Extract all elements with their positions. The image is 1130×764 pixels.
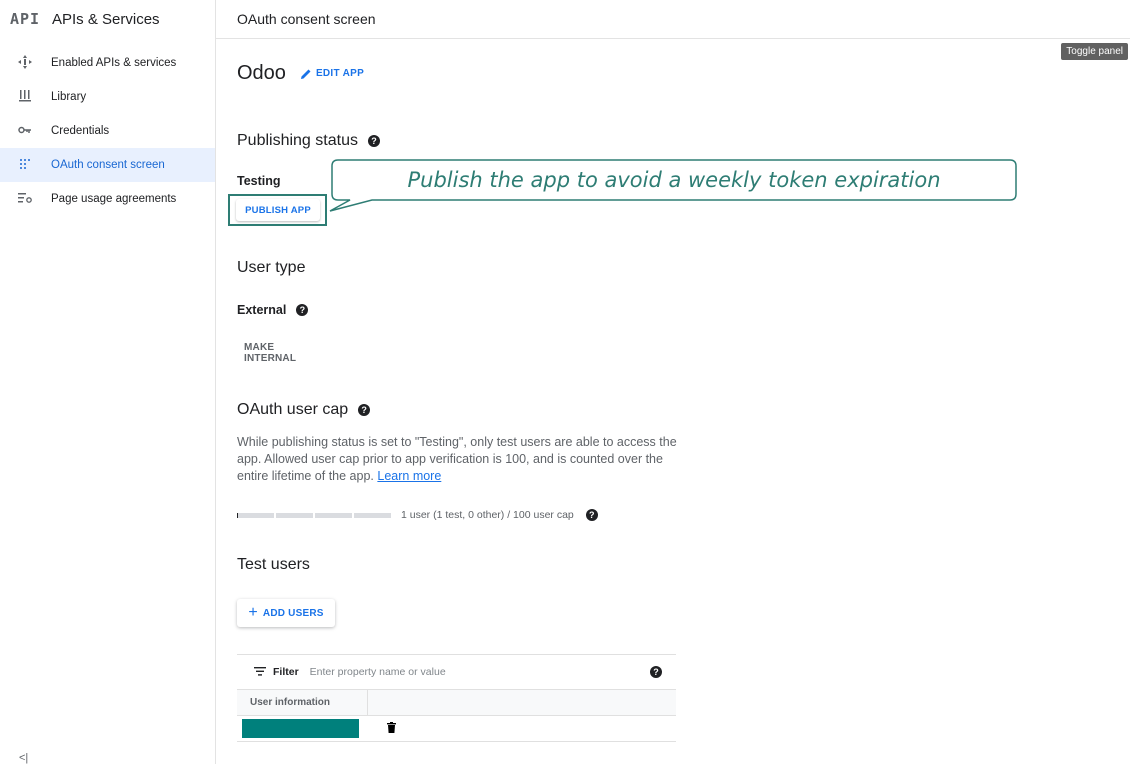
user-type-value-row: External ? [237,303,309,317]
sidebar-item-page-usage[interactable]: Page usage agreements [0,182,215,216]
edit-app-button[interactable]: EDIT APP [300,68,364,80]
help-icon[interactable]: ? [650,666,662,678]
sidebar-item-label: Enabled APIs & services [51,57,177,69]
app-name: Odoo [237,62,286,84]
sidebar-item-label: Page usage agreements [51,193,177,205]
user-cap-usage-text: 1 user (1 test, 0 other) / 100 user cap [401,509,574,521]
column-header-user-information[interactable]: User information [237,690,368,715]
add-users-button[interactable]: + ADD USERS [237,599,335,627]
publishing-status-heading: Publishing status ? [237,132,380,150]
user-cap-usage: 1 user (1 test, 0 other) / 100 user cap … [237,509,598,521]
brand: API APIs & Services [0,0,215,38]
sidebar-item-enabled-apis[interactable]: Enabled APIs & services [0,46,215,80]
user-type-heading: User type [237,259,305,277]
user-cap-title: OAuth user cap [237,401,349,418]
filter-input[interactable] [309,666,610,678]
test-users-table: Filter ? User information [237,654,676,742]
sidebar-item-label: OAuth consent screen [51,159,165,171]
sidebar-divider [215,0,216,764]
filter-bar: Filter ? [237,654,676,690]
add-users-label: ADD USERS [262,607,324,619]
sidebar-item-label: Library [51,91,87,103]
help-icon[interactable]: ? [367,135,380,147]
api-logo: API [10,10,41,28]
learn-more-link[interactable]: Learn more [377,469,441,483]
plus-icon: + [248,604,258,621]
enabled-apis-icon [17,54,33,72]
page-header: OAuth consent screen [216,0,1130,39]
filter-icon[interactable] [254,663,266,681]
sidebar-item-credentials[interactable]: Credentials [0,114,215,148]
consent-icon [17,158,33,173]
toggle-panel-tooltip: Toggle panel [1061,43,1128,60]
delete-icon[interactable] [387,720,396,738]
test-users-title: Test users [237,556,310,573]
collapse-sidebar-button[interactable]: <| [19,752,28,764]
sidebar-item-library[interactable]: Library [0,80,215,114]
sidebar-item-label: Credentials [51,125,110,137]
user-cap-progress-bar [237,512,391,518]
help-icon[interactable]: ? [585,509,598,521]
user-cap-description-text: While publishing status is set to "Testi… [237,435,677,483]
user-type-value: External [237,303,287,317]
edit-app-label: EDIT APP [315,68,365,79]
table-row [237,716,676,742]
publishing-status-title: Publishing status [237,132,358,149]
pencil-icon [300,69,311,79]
test-users-heading: Test users [237,556,310,574]
filter-label: Filter [273,666,299,678]
sidebar-item-oauth-consent[interactable]: OAuth consent screen [0,148,215,182]
user-cap-heading: OAuth user cap ? [237,401,371,419]
page-title: OAuth consent screen [237,11,376,27]
settings-list-icon [17,192,33,206]
help-icon[interactable]: ? [358,404,371,416]
key-icon [17,125,33,138]
redacted-email [242,719,359,738]
callout-text: Publish the app to avoid a weekly token … [407,168,941,192]
brand-title[interactable]: APIs & Services [52,11,160,28]
help-icon[interactable]: ? [296,304,309,316]
make-internal-button[interactable]: MAKE INTERNAL [244,342,296,364]
sidebar: Enabled APIs & services Library Credenti… [0,46,215,216]
publish-app-button[interactable]: PUBLISH APP [236,199,320,221]
table-header: User information [237,690,676,716]
user-cap-description: While publishing status is set to "Testi… [237,434,677,485]
user-type-title: User type [237,259,306,276]
library-icon [17,89,33,105]
publishing-status-value: Testing [237,174,281,188]
app-title-row: Odoo EDIT APP [237,62,364,85]
